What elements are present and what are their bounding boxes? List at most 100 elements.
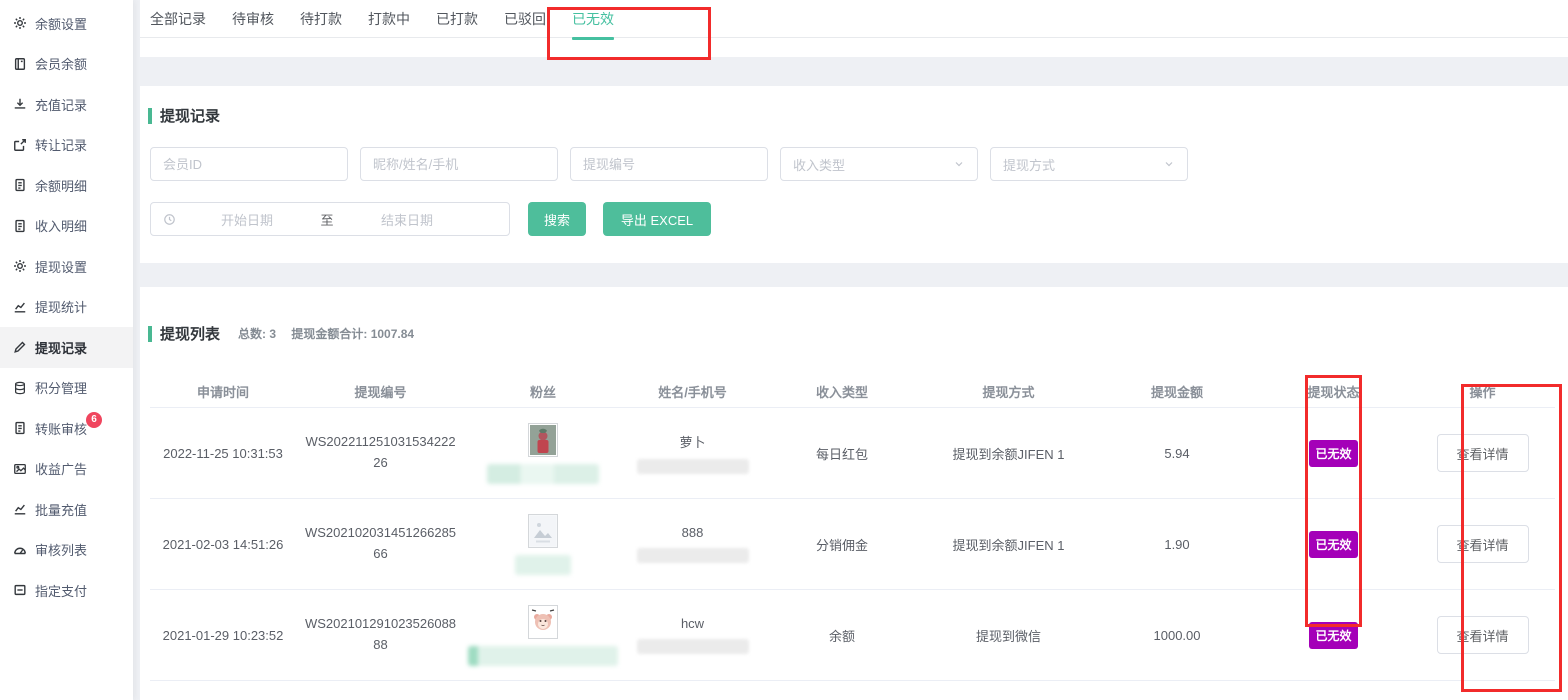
column-header-withdraw-status: 提现状态 xyxy=(1257,382,1410,401)
sidebar-item-designated-payment[interactable]: 指定支付 xyxy=(0,570,133,611)
column-header-name-phone: 姓名/手机号 xyxy=(621,382,764,401)
withdraw-table: 申请时间 提现编号 粉丝 姓名/手机号 收入类型 提现方式 提现金额 提现状态 … xyxy=(150,375,1555,681)
withdraw-code-input[interactable] xyxy=(570,147,768,181)
sidebar-item-label: 提现统计 xyxy=(35,297,87,316)
table-header-row: 申请时间 提现编号 粉丝 姓名/手机号 收入类型 提现方式 提现金额 提现状态 … xyxy=(150,375,1555,408)
sidebar-item-member-balance[interactable]: 会员余额 xyxy=(0,44,133,85)
total-count-label: 总数: 3 xyxy=(238,327,276,341)
column-header-income-type: 收入类型 xyxy=(764,382,920,401)
search-filters-row-2: 开始日期 至 结束日期 搜索 导出 EXCEL xyxy=(150,202,711,236)
withdraw-code-cell: WS20221125103153422226 xyxy=(296,432,465,474)
income-type-placeholder: 收入类型 xyxy=(793,155,845,174)
sidebar-item-label: 审核列表 xyxy=(35,540,87,559)
masked-phone xyxy=(637,548,749,563)
sidebar-item-recharge-records[interactable]: 充值记录 xyxy=(0,84,133,125)
view-detail-button[interactable]: 查看详情 xyxy=(1437,616,1529,654)
sidebar-item-label: 提现设置 xyxy=(35,257,87,276)
tab-rejected[interactable]: 已驳回 xyxy=(502,0,548,38)
tabs-row: 全部记录 待审核 待打款 打款中 已打款 已驳回 已无效 xyxy=(140,0,1568,38)
masked-phone xyxy=(637,459,749,474)
nickname-input[interactable] xyxy=(360,147,558,181)
chevron-down-icon xyxy=(1163,158,1175,170)
member-id-input[interactable] xyxy=(150,147,348,181)
sidebar-item-withdraw-stats[interactable]: 提现统计 xyxy=(0,287,133,328)
column-header-action: 操作 xyxy=(1410,382,1555,401)
end-date-placeholder: 结束日期 xyxy=(342,210,472,229)
sidebar-item-withdraw-records[interactable]: 提现记录 xyxy=(0,327,133,368)
column-header-withdraw-amount: 提现金额 xyxy=(1097,382,1257,401)
date-range-picker[interactable]: 开始日期 至 结束日期 xyxy=(150,202,510,236)
sidebar-item-label: 会员余额 xyxy=(35,54,87,73)
list-section-title: 提现列表 总数: 3 提现金额合计: 1007.84 xyxy=(148,323,414,344)
sidebar-item-label: 转让记录 xyxy=(35,135,87,154)
section-title-text: 提现记录 xyxy=(160,105,220,126)
sidebar-item-points-management[interactable]: 积分管理 xyxy=(0,368,133,409)
external-link-icon xyxy=(13,138,28,152)
sidebar-item-label: 充值记录 xyxy=(35,95,87,114)
view-detail-button[interactable]: 查看详情 xyxy=(1437,434,1529,472)
fan-avatar[interactable] xyxy=(528,514,558,548)
section-title-text: 提现列表 xyxy=(160,323,220,344)
search-section-title: 提现记录 xyxy=(148,105,220,126)
sidebar-item-label: 积分管理 xyxy=(35,378,87,397)
line-chart-icon xyxy=(13,502,28,516)
tab-pending-payment[interactable]: 待打款 xyxy=(298,0,344,38)
masked-nickname xyxy=(515,555,571,575)
total-amount-label: 提现金额合计: 1007.84 xyxy=(291,327,414,341)
fan-name: hcw xyxy=(681,616,704,631)
sidebar: 余额设置 会员余额 充值记录 转让记录 余额明细 收入明细 提现设置 提现统计 … xyxy=(0,0,133,700)
tab-all-records[interactable]: 全部记录 xyxy=(148,0,208,38)
sidebar-item-label: 批量充值 xyxy=(35,500,87,519)
sidebar-item-label: 收益广告 xyxy=(35,459,87,478)
income-type-select[interactable]: 收入类型 xyxy=(780,147,978,181)
sidebar-item-review-list[interactable]: 审核列表 xyxy=(0,530,133,571)
sidebar-item-balance-settings[interactable]: 余额设置 xyxy=(0,3,133,44)
masked-phone xyxy=(637,639,749,654)
withdraw-method-cell: 提现到微信 xyxy=(920,626,1097,645)
gear-icon xyxy=(13,16,28,30)
date-range-separator: 至 xyxy=(312,210,342,229)
document-icon xyxy=(13,421,28,435)
sidebar-item-transfer-review[interactable]: 转账审核 6 xyxy=(0,408,133,449)
column-header-withdraw-code: 提现编号 xyxy=(296,382,465,401)
sidebar-item-batch-recharge[interactable]: 批量充值 xyxy=(0,489,133,530)
action-cell: 查看详情 xyxy=(1410,525,1555,563)
gear-icon xyxy=(13,259,28,273)
fan-name: 萝卜 xyxy=(679,432,705,451)
sidebar-item-withdraw-settings[interactable]: 提现设置 xyxy=(0,246,133,287)
withdraw-method-select[interactable]: 提现方式 xyxy=(990,147,1188,181)
view-detail-button[interactable]: 查看详情 xyxy=(1437,525,1529,563)
income-type-cell: 余额 xyxy=(764,626,920,645)
withdraw-status-cell: 已无效 xyxy=(1257,531,1410,558)
fan-avatar[interactable] xyxy=(528,605,558,639)
document-icon xyxy=(13,178,28,192)
document-icon xyxy=(13,219,28,233)
sidebar-item-balance-detail[interactable]: 余额明细 xyxy=(0,165,133,206)
withdraw-method-cell: 提现到余额JIFEN 1 xyxy=(920,535,1097,554)
sidebar-item-revenue-ads[interactable]: 收益广告 xyxy=(0,449,133,490)
pencil-icon xyxy=(13,340,28,354)
list-summary: 总数: 3 提现金额合计: 1007.84 xyxy=(238,325,414,342)
apply-time-cell: 2021-02-03 14:51:26 xyxy=(150,537,296,552)
tab-paid[interactable]: 已打款 xyxy=(434,0,480,38)
sidebar-item-income-detail[interactable]: 收入明细 xyxy=(0,206,133,247)
income-type-cell: 分销佣金 xyxy=(764,535,920,554)
withdraw-amount-cell: 1000.00 xyxy=(1097,628,1257,643)
sidebar-item-transfer-records[interactable]: 转让记录 xyxy=(0,125,133,166)
export-excel-button[interactable]: 导出 EXCEL xyxy=(603,202,711,236)
status-tab-bar: 全部记录 待审核 待打款 打款中 已打款 已驳回 已无效 xyxy=(140,0,1568,57)
masked-nickname xyxy=(468,646,618,666)
status-badge: 已无效 xyxy=(1309,531,1357,558)
book-icon xyxy=(13,57,28,71)
withdraw-method-cell: 提现到余额JIFEN 1 xyxy=(920,444,1097,463)
fan-avatar[interactable] xyxy=(528,423,558,457)
notification-badge: 6 xyxy=(86,412,102,428)
withdraw-code-cell: WS20210129102352608888 xyxy=(296,614,465,656)
tab-pending-review[interactable]: 待审核 xyxy=(230,0,276,38)
fan-name: 888 xyxy=(682,525,704,540)
search-button[interactable]: 搜索 xyxy=(528,202,586,236)
tab-invalid[interactable]: 已无效 xyxy=(570,0,616,38)
table-row: 2021-01-29 10:23:52 WS202101291023526088… xyxy=(150,590,1555,681)
tab-paying[interactable]: 打款中 xyxy=(366,0,412,38)
action-cell: 查看详情 xyxy=(1410,434,1555,472)
